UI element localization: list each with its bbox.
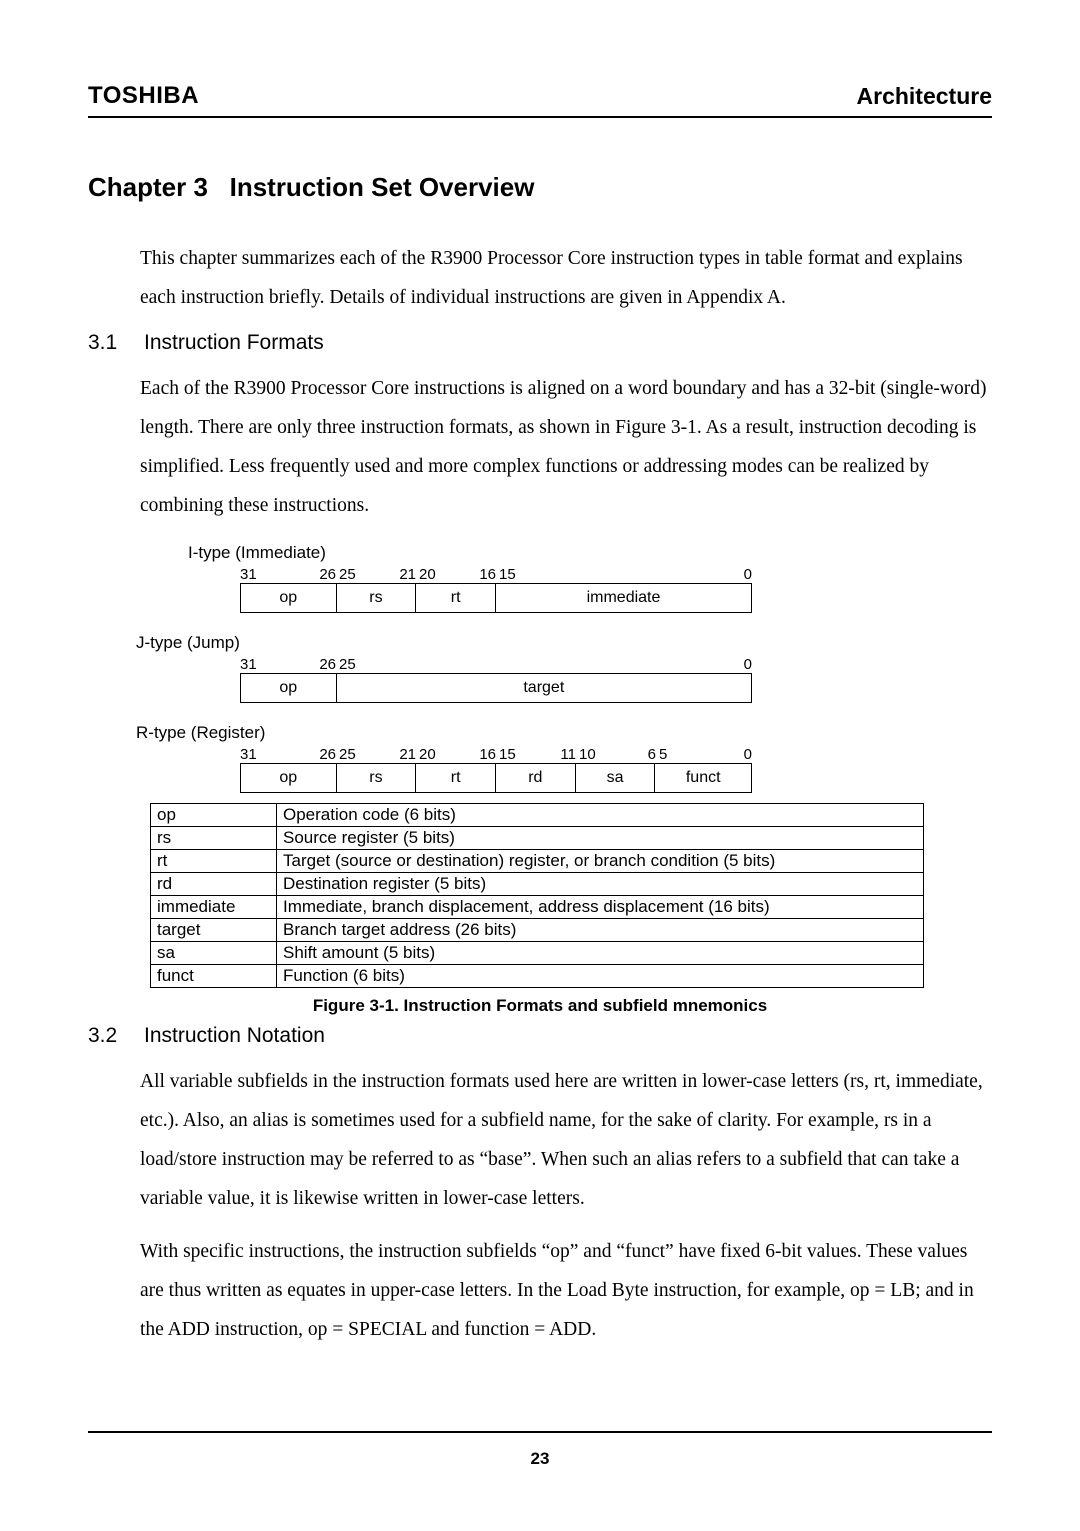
def-value: Branch target address (26 bits) bbox=[277, 919, 924, 942]
bit-20: 20 bbox=[416, 565, 456, 583]
section-title: Instruction Formats bbox=[144, 331, 324, 355]
def-value: Operation code (6 bits) bbox=[277, 804, 924, 827]
section-3-2-body-b: With specific instructions, the instruct… bbox=[140, 1232, 992, 1349]
bit-0: 0 bbox=[544, 655, 752, 673]
table-row: saShift amount (5 bits) bbox=[151, 942, 924, 965]
field-op: op bbox=[241, 674, 337, 702]
format-i-label: I-type (Immediate) bbox=[188, 543, 992, 563]
chapter-title: Chapter 3 Instruction Set Overview bbox=[88, 172, 992, 203]
bit-26: 26 bbox=[288, 745, 336, 763]
def-key: immediate bbox=[151, 896, 277, 919]
def-key: target bbox=[151, 919, 277, 942]
bit-11: 11 bbox=[536, 745, 576, 763]
bit-25: 25 bbox=[336, 565, 376, 583]
footer-rule bbox=[88, 1431, 992, 1433]
section-3-2-heading: 3.2 Instruction Notation bbox=[88, 1024, 992, 1048]
page-header: TOSHIBA Architecture bbox=[88, 82, 992, 118]
def-key: op bbox=[151, 804, 277, 827]
field-target: target bbox=[337, 674, 751, 702]
def-key: sa bbox=[151, 942, 277, 965]
section-title: Instruction Notation bbox=[144, 1024, 325, 1048]
field-rs: rs bbox=[337, 584, 417, 612]
format-j-fields: op target bbox=[240, 673, 752, 703]
def-value: Destination register (5 bits) bbox=[277, 873, 924, 896]
chapter-intro: This chapter summarizes each of the R390… bbox=[140, 239, 992, 317]
bit-25: 25 bbox=[336, 655, 544, 673]
format-j-label: J-type (Jump) bbox=[136, 633, 992, 653]
section-number: 3.2 bbox=[88, 1024, 126, 1048]
def-value: Function (6 bits) bbox=[277, 965, 924, 988]
table-row: immediateImmediate, branch displacement,… bbox=[151, 896, 924, 919]
section-3-1-heading: 3.1 Instruction Formats bbox=[88, 331, 992, 355]
table-row: targetBranch target address (26 bits) bbox=[151, 919, 924, 942]
bit-15: 15 bbox=[496, 745, 536, 763]
bit-10: 10 bbox=[576, 745, 616, 763]
bit-31: 31 bbox=[240, 565, 288, 583]
bit-31: 31 bbox=[240, 745, 288, 763]
section-3-1-body: Each of the R3900 Processor Core instruc… bbox=[140, 369, 992, 525]
table-row: functFunction (6 bits) bbox=[151, 965, 924, 988]
field-definitions-table: opOperation code (6 bits) rsSource regis… bbox=[150, 803, 924, 988]
page-footer: 23 bbox=[88, 1431, 992, 1469]
chapter-label: Chapter 3 bbox=[88, 172, 208, 202]
bit-25: 25 bbox=[336, 745, 376, 763]
page-number: 23 bbox=[88, 1449, 992, 1469]
bit-31: 31 bbox=[240, 655, 288, 673]
bit-21: 21 bbox=[376, 565, 416, 583]
def-key: rt bbox=[151, 850, 277, 873]
bit-20: 20 bbox=[416, 745, 456, 763]
format-j-bitrow: 31 26 25 0 bbox=[240, 655, 992, 673]
table-row: rdDestination register (5 bits) bbox=[151, 873, 924, 896]
field-sa: sa bbox=[576, 764, 656, 792]
chapter-title-text: Instruction Set Overview bbox=[230, 172, 535, 202]
bit-26: 26 bbox=[288, 565, 336, 583]
bit-0: 0 bbox=[704, 745, 752, 763]
section-number: 3.1 bbox=[88, 331, 126, 355]
def-value: Immediate, branch displacement, address … bbox=[277, 896, 924, 919]
bit-0: 0 bbox=[624, 565, 752, 583]
field-op: op bbox=[241, 584, 337, 612]
field-rd: rd bbox=[496, 764, 576, 792]
format-r-bitrow: 31 26 25 21 20 16 15 11 10 6 5 0 bbox=[240, 745, 992, 763]
table-row: rtTarget (source or destination) registe… bbox=[151, 850, 924, 873]
def-value: Target (source or destination) register,… bbox=[277, 850, 924, 873]
format-i-fields: op rs rt immediate bbox=[240, 583, 752, 613]
table-row: rsSource register (5 bits) bbox=[151, 827, 924, 850]
field-rt: rt bbox=[416, 764, 496, 792]
brand-logo: TOSHIBA bbox=[88, 82, 199, 110]
bit-16: 16 bbox=[456, 565, 496, 583]
def-value: Source register (5 bits) bbox=[277, 827, 924, 850]
field-rt: rt bbox=[416, 584, 496, 612]
bit-26: 26 bbox=[288, 655, 336, 673]
def-value: Shift amount (5 bits) bbox=[277, 942, 924, 965]
bit-15: 15 bbox=[496, 565, 624, 583]
field-rs: rs bbox=[337, 764, 417, 792]
field-funct: funct bbox=[655, 764, 751, 792]
format-i-bitrow: 31 26 25 21 20 16 15 0 bbox=[240, 565, 992, 583]
bit-6: 6 bbox=[616, 745, 656, 763]
def-key: rs bbox=[151, 827, 277, 850]
format-r-fields: op rs rt rd sa funct bbox=[240, 763, 752, 793]
field-immediate: immediate bbox=[496, 584, 751, 612]
bit-16: 16 bbox=[456, 745, 496, 763]
header-section-title: Architecture bbox=[857, 83, 992, 110]
table-row: opOperation code (6 bits) bbox=[151, 804, 924, 827]
def-key: funct bbox=[151, 965, 277, 988]
figure-caption: Figure 3-1. Instruction Formats and subf… bbox=[88, 996, 992, 1016]
format-r-label: R-type (Register) bbox=[136, 723, 992, 743]
def-key: rd bbox=[151, 873, 277, 896]
bit-21: 21 bbox=[376, 745, 416, 763]
page: TOSHIBA Architecture Chapter 3 Instructi… bbox=[0, 0, 1080, 1531]
field-op: op bbox=[241, 764, 337, 792]
section-3-2-body-a: All variable subfields in the instructio… bbox=[140, 1062, 992, 1218]
format-i-type: I-type (Immediate) 31 26 25 21 20 16 15 … bbox=[188, 543, 992, 793]
bit-5: 5 bbox=[656, 745, 704, 763]
